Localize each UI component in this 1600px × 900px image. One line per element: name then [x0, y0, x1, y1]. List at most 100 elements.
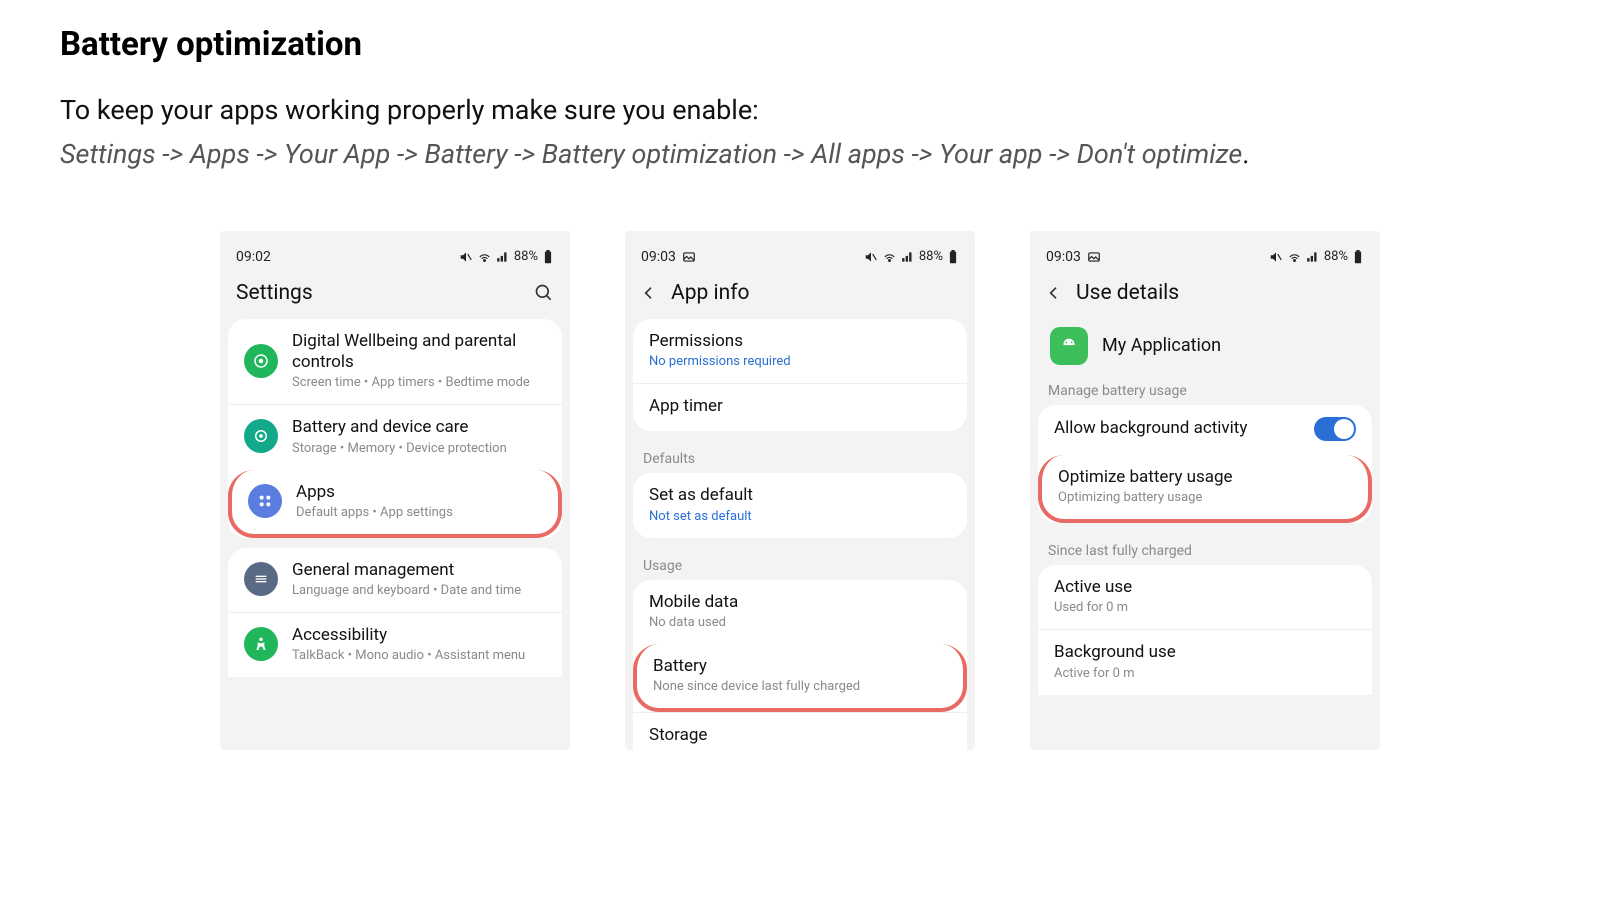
battery-icon — [1352, 250, 1364, 264]
accessibility-icon — [244, 627, 278, 661]
optimize-sub: Optimizing battery usage — [1058, 490, 1352, 505]
battery-icon — [947, 250, 959, 264]
row-setdefault[interactable]: Set as default Not set as default — [633, 473, 967, 537]
active-sub: Used for 0 m — [1054, 600, 1356, 615]
wifi-icon — [882, 250, 897, 264]
row-background-use: Background use Active for 0 m — [1038, 629, 1372, 694]
battery-icon — [542, 250, 554, 264]
status-bar: 09:03 88% — [625, 231, 975, 271]
apps-title: Apps — [296, 482, 542, 503]
row-apps[interactable]: Apps Default apps • App settings — [228, 470, 562, 538]
mute-icon — [864, 250, 878, 264]
status-left: 09:03 — [1046, 249, 1101, 265]
battery-group-2: Active use Used for 0 m Background use A… — [1038, 565, 1372, 695]
screenshot-usedetails: 09:03 88% Use details My Application — [1030, 231, 1380, 751]
back-button[interactable] — [1046, 285, 1068, 301]
battery-percent: 88% — [1324, 249, 1348, 264]
settings-path-dot: . — [1242, 138, 1249, 170]
battery-percent: 88% — [514, 249, 538, 264]
apps-sub: Default apps • App settings — [296, 505, 542, 520]
battery-group-1: Allow background activity Optimize batte… — [1038, 405, 1372, 523]
row-mobiledata[interactable]: Mobile data No data used — [633, 580, 967, 644]
signal-icon — [496, 250, 510, 264]
status-bar: 09:02 88% — [220, 231, 570, 271]
signal-icon — [1306, 250, 1320, 264]
row-storage[interactable]: Storage — [633, 712, 967, 750]
image-indicator-icon — [682, 250, 696, 264]
search-icon[interactable] — [532, 283, 554, 303]
row-permissions[interactable]: Permissions No permissions required — [633, 319, 967, 383]
screen-title-bar: Settings — [220, 271, 570, 319]
status-bar: 09:03 88% — [1030, 231, 1380, 271]
app-name: My Application — [1102, 335, 1362, 358]
wifi-icon — [477, 250, 492, 264]
wellbeing-sub: Screen time • App timers • Bedtime mode — [292, 375, 546, 390]
permissions-sub: No permissions required — [649, 354, 951, 369]
battery-title: Battery — [653, 656, 947, 677]
row-optimize-battery[interactable]: Optimize battery usage Optimizing batter… — [1038, 455, 1372, 523]
permissions-title: Permissions — [649, 331, 951, 352]
row-apptimer[interactable]: App timer — [633, 383, 967, 431]
devicecare-icon — [244, 419, 278, 453]
mobiledata-sub: No data used — [649, 615, 951, 630]
intro-text: To keep your apps working properly make … — [60, 94, 1540, 126]
allowbg-title: Allow background activity — [1054, 418, 1300, 439]
apptimer-title: App timer — [649, 396, 951, 417]
wifi-icon — [1287, 250, 1302, 264]
status-time: 09:03 — [1046, 249, 1081, 265]
status-time: 09:02 — [236, 249, 271, 265]
row-allow-background[interactable]: Allow background activity — [1038, 405, 1372, 455]
status-icons: 88% — [459, 249, 554, 264]
appinfo-group-defaults: Set as default Not set as default — [633, 473, 967, 537]
mute-icon — [459, 250, 473, 264]
row-accessibility[interactable]: Accessibility TalkBack • Mono audio • As… — [228, 612, 562, 677]
appinfo-group-1: Permissions No permissions required App … — [633, 319, 967, 432]
status-icons: 88% — [864, 249, 959, 264]
screenshot-settings: 09:02 88% Settings Digital Wellbeing — [220, 231, 570, 751]
devicecare-title: Battery and device care — [292, 417, 546, 438]
status-icons: 88% — [1269, 249, 1364, 264]
image-indicator-icon — [1087, 250, 1101, 264]
signal-icon — [901, 250, 915, 264]
bg-sub: Active for 0 m — [1054, 666, 1356, 681]
row-general[interactable]: General management Language and keyboard… — [228, 548, 562, 612]
allow-background-toggle[interactable] — [1314, 417, 1356, 441]
since-label: Since last fully charged — [1030, 533, 1380, 565]
general-sub: Language and keyboard • Date and time — [292, 583, 546, 598]
general-title: General management — [292, 560, 546, 581]
android-app-icon — [1050, 327, 1088, 365]
apps-icon — [248, 484, 282, 518]
accessibility-title: Accessibility — [292, 625, 546, 646]
manage-label: Manage battery usage — [1030, 373, 1380, 405]
status-time: 09:03 — [641, 249, 676, 265]
accessibility-sub: TalkBack • Mono audio • Assistant menu — [292, 648, 546, 663]
back-button[interactable] — [641, 285, 663, 301]
active-title: Active use — [1054, 577, 1356, 598]
storage-title: Storage — [649, 725, 951, 746]
screen-title-bar: App info — [625, 271, 975, 319]
mobiledata-title: Mobile data — [649, 592, 951, 613]
settings-path: Settings -> Apps -> Your App -> Battery … — [60, 134, 1540, 176]
defaults-label: Defaults — [625, 441, 975, 473]
row-devicecare[interactable]: Battery and device care Storage • Memory… — [228, 404, 562, 469]
screenshot-row: 09:02 88% Settings Digital Wellbeing — [60, 231, 1540, 751]
wellbeing-title: Digital Wellbeing and parental controls — [292, 331, 546, 374]
appinfo-group-usage: Mobile data No data used Battery None si… — [633, 580, 967, 751]
row-wellbeing[interactable]: Digital Wellbeing and parental controls … — [228, 319, 562, 405]
bg-title: Background use — [1054, 642, 1356, 663]
battery-sub: None since device last fully charged — [653, 679, 947, 694]
settings-path-text: Settings -> Apps -> Your App -> Battery … — [60, 138, 1242, 170]
screenshot-appinfo: 09:03 88% App info Permissions No permis — [625, 231, 975, 751]
devicecare-sub: Storage • Memory • Device protection — [292, 441, 546, 456]
screen-title: App info — [663, 281, 959, 305]
usage-label: Usage — [625, 548, 975, 580]
wellbeing-icon — [244, 344, 278, 378]
mute-icon — [1269, 250, 1283, 264]
optimize-title: Optimize battery usage — [1058, 467, 1352, 488]
screen-title: Settings — [236, 281, 532, 305]
row-battery[interactable]: Battery None since device last fully cha… — [633, 644, 967, 712]
settings-group-2: General management Language and keyboard… — [228, 548, 562, 678]
screen-title-bar: Use details — [1030, 271, 1380, 319]
setdefault-sub: Not set as default — [649, 509, 951, 524]
app-header: My Application — [1030, 319, 1380, 373]
